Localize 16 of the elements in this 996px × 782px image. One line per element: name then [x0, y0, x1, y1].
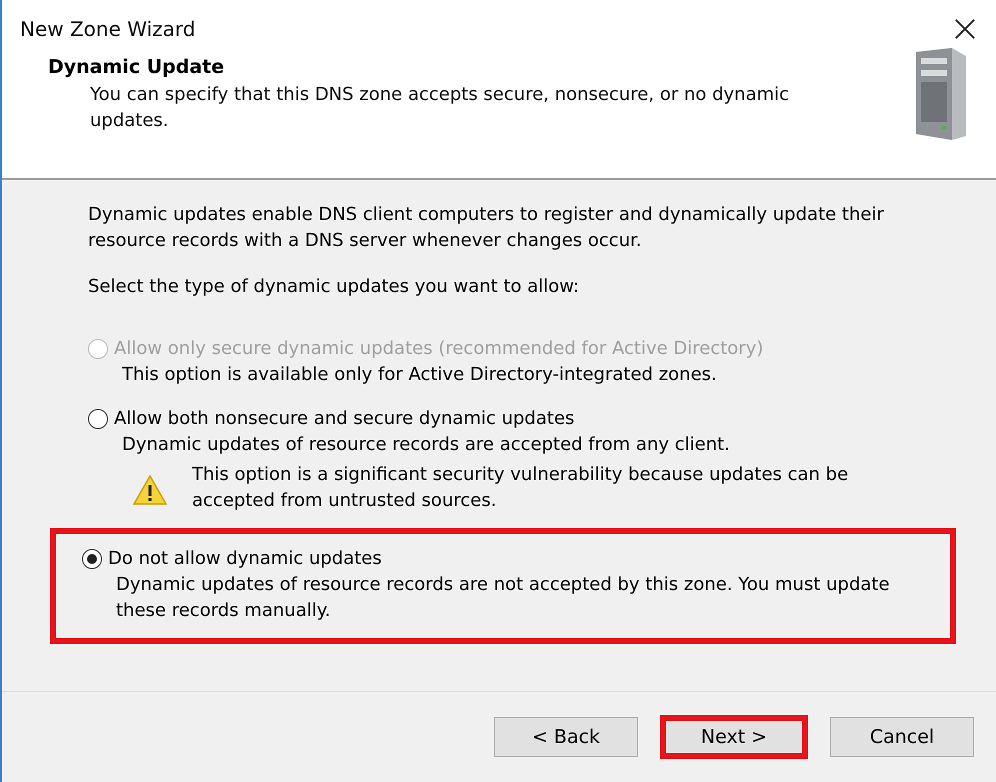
option-description: Dynamic updates of resource records are not accepted by this zone. You must update these records manually.: [116, 573, 891, 623]
radio-option[interactable]: Do not allow dynamic updates: [82, 546, 382, 572]
option-description: Dynamic updates of resource records are accepted from any client.: [122, 433, 731, 457]
window-title: New Zone Wizard: [20, 17, 196, 41]
close-icon[interactable]: [954, 18, 976, 40]
page-description: You can specify that this DNS zone accepts secure, nonsecure, or no dynamic updates.: [89, 83, 790, 133]
option-description: This option is available only for Active Directory-integrated zones.: [122, 363, 718, 387]
intro-text: Dynamic updates enable DNS client computers to register and dynamically update their resource records with a DNS server whenever changes occur.: [88, 203, 885, 253]
wizard-button[interactable]: Next >: [660, 715, 808, 759]
prompt-text: Select the type of dynamic updates you want to allow:: [88, 275, 580, 299]
wizard-button[interactable]: < Back: [494, 717, 638, 757]
warning-text: This option is a significant security vulnerability because updates can be accepted from untrusted sources.: [192, 463, 850, 513]
radio-option[interactable]: Allow both nonsecure and secure dynamic updates: [88, 406, 574, 432]
wizard-button[interactable]: Cancel: [830, 717, 974, 757]
warning-icon: [132, 474, 168, 506]
page-heading: Dynamic Update: [48, 56, 226, 78]
